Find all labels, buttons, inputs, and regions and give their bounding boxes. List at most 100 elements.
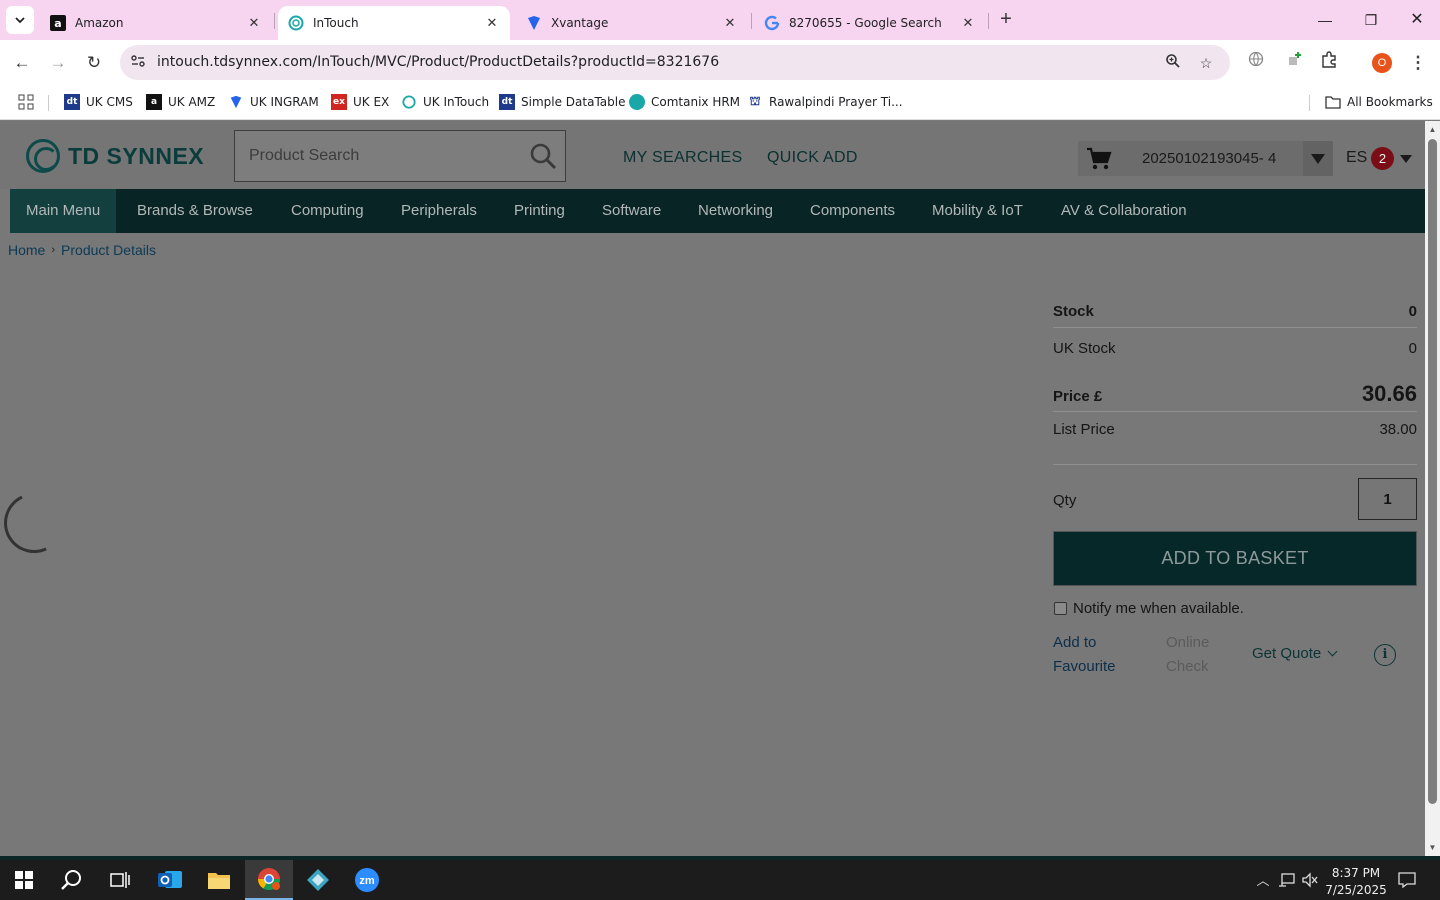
- price-label: Price £: [1053, 388, 1103, 405]
- online-check-link[interactable]: Online Check: [1166, 631, 1236, 679]
- task-view-button[interactable]: [96, 860, 144, 900]
- apps-grid-icon[interactable]: [18, 92, 34, 112]
- site-info-icon[interactable]: [128, 53, 148, 73]
- chevron-right-icon: ›: [51, 244, 56, 256]
- nav-components[interactable]: Components: [794, 189, 911, 233]
- add-to-favourite-link[interactable]: Add to Favourite: [1053, 631, 1143, 679]
- system-clock[interactable]: 8:37 PM 7/25/2025: [1318, 865, 1394, 899]
- tab-amazon[interactable]: a Amazon ✕: [40, 6, 272, 40]
- tab-title: Xvantage: [551, 16, 609, 30]
- main-navigation: Main Menu Brands & Browse Computing Peri…: [10, 189, 1425, 233]
- nav-printing[interactable]: Printing: [498, 189, 581, 233]
- translate-globe-icon[interactable]: [1244, 51, 1268, 75]
- taskbar-file-explorer[interactable]: [195, 860, 243, 900]
- bookmark-simple-datatable[interactable]: dt Simple DataTable: [499, 92, 625, 112]
- tab-xvantage[interactable]: Xvantage ✕: [516, 6, 748, 40]
- comtanix-icon: [629, 94, 645, 110]
- price-row: Price £ 30.66: [1053, 381, 1417, 407]
- list-price-label: List Price: [1053, 421, 1115, 438]
- bookmark-label: Rawalpindi Prayer Ti...: [769, 95, 903, 109]
- nav-av-collaboration[interactable]: AV & Collaboration: [1045, 189, 1203, 233]
- scroll-down-arrow-icon[interactable]: ▼: [1425, 843, 1440, 852]
- search-icon[interactable]: [529, 142, 557, 170]
- menu-kebab-icon[interactable]: ⋮: [1406, 51, 1430, 75]
- nav-main-menu[interactable]: Main Menu: [10, 189, 117, 233]
- my-searches-link[interactable]: MY SEARCHES: [623, 149, 742, 167]
- close-icon[interactable]: ✕: [960, 16, 976, 31]
- tab-google-search[interactable]: 8270655 - Google Search ✕: [754, 6, 986, 40]
- basket-selector[interactable]: 20250102193045- 4: [1078, 141, 1333, 176]
- taskbar-zoom[interactable]: zm: [343, 860, 391, 900]
- volume-muted-icon[interactable]: [1301, 872, 1319, 890]
- notify-checkbox[interactable]: [1054, 602, 1067, 615]
- product-search-input[interactable]: [235, 131, 525, 181]
- network-icon[interactable]: [1278, 872, 1296, 890]
- taskbar-search-button[interactable]: [48, 860, 96, 900]
- new-tab-plus-icon[interactable]: +: [994, 8, 1018, 32]
- info-icon[interactable]: i: [1374, 644, 1396, 666]
- nav-software[interactable]: Software: [586, 189, 677, 233]
- back-arrow-icon[interactable]: ←: [10, 51, 34, 75]
- taskbar-app-diamond[interactable]: [294, 860, 342, 900]
- forward-arrow-icon[interactable]: →: [46, 51, 70, 75]
- bookmark-uk-amz[interactable]: a UK AMZ: [146, 92, 215, 112]
- nav-brands-browse[interactable]: Brands & Browse: [121, 189, 269, 233]
- close-icon[interactable]: ✕: [484, 16, 500, 31]
- bookmark-uk-ex[interactable]: ex UK EX: [331, 92, 389, 112]
- bookmark-star-icon[interactable]: ☆: [1196, 53, 1216, 73]
- zoom-icon[interactable]: [1163, 53, 1183, 73]
- nav-peripherals[interactable]: Peripherals: [385, 189, 493, 233]
- bookmark-uk-intouch[interactable]: UK InTouch: [401, 92, 489, 112]
- quantity-input[interactable]: [1358, 478, 1417, 520]
- bookmark-separator: [48, 95, 49, 111]
- taskbar-chrome[interactable]: [245, 860, 293, 900]
- user-initials[interactable]: ES: [1346, 149, 1367, 167]
- nav-mobility-iot[interactable]: Mobility & IoT: [916, 189, 1039, 233]
- page-scrollbar[interactable]: ▲ ▼: [1425, 121, 1440, 856]
- shopping-cart-icon: [1087, 147, 1112, 170]
- nav-networking[interactable]: Networking: [682, 189, 789, 233]
- taskbar-outlook[interactable]: [146, 860, 194, 900]
- browser-toolbar: ← → ↻ intouch.tdsynnex.com/InTouch/MVC/P…: [0, 40, 1440, 86]
- scroll-up-arrow-icon[interactable]: ▲: [1425, 125, 1440, 134]
- breadcrumb-product-details[interactable]: Product Details: [61, 242, 156, 258]
- extension-plus-icon[interactable]: [1283, 51, 1307, 75]
- tab-separator: [988, 13, 989, 29]
- show-hidden-icons-chevron-up-icon[interactable]: ︿: [1254, 872, 1272, 890]
- tab-intouch[interactable]: InTouch ✕: [278, 6, 510, 40]
- window-close-icon[interactable]: ✕: [1405, 8, 1429, 32]
- divider: [1053, 327, 1417, 328]
- restore-icon[interactable]: ❐: [1359, 8, 1383, 32]
- bookmark-uk-cms[interactable]: dt UK CMS: [64, 92, 133, 112]
- nav-computing[interactable]: Computing: [275, 189, 380, 233]
- notification-badge[interactable]: 2: [1371, 147, 1394, 170]
- add-to-basket-button[interactable]: ADD TO BASKET: [1053, 531, 1417, 586]
- all-bookmarks-folder[interactable]: All Bookmarks: [1325, 92, 1433, 112]
- notifications-icon[interactable]: [1398, 872, 1416, 890]
- prayer-icon: ⛫: [749, 94, 761, 108]
- bookmark-rawalpindi-prayer[interactable]: ⛫ Rawalpindi Prayer Ti...: [747, 92, 903, 112]
- reload-icon[interactable]: ↻: [82, 51, 106, 75]
- bookmark-comtanix-hrm[interactable]: Comtanix HRM: [629, 92, 740, 112]
- close-icon[interactable]: ✕: [722, 16, 738, 31]
- address-bar[interactable]: intouch.tdsynnex.com/InTouch/MVC/Product…: [120, 45, 1230, 80]
- minimize-icon[interactable]: —: [1313, 8, 1337, 32]
- scrollbar-thumb[interactable]: [1428, 139, 1437, 804]
- uk-stock-row: UK Stock 0: [1053, 340, 1417, 357]
- clock-time: 8:37 PM: [1331, 866, 1381, 880]
- notify-when-available[interactable]: Notify me when available.: [1054, 600, 1244, 617]
- tab-search-button[interactable]: [6, 6, 34, 34]
- uk-stock-label: UK Stock: [1053, 340, 1116, 357]
- tab-title: InTouch: [313, 16, 359, 30]
- start-button[interactable]: [0, 860, 48, 900]
- profile-avatar[interactable]: O: [1372, 53, 1392, 73]
- close-icon[interactable]: ✕: [246, 16, 262, 31]
- breadcrumb-home[interactable]: Home: [8, 242, 45, 258]
- td-synnex-logo[interactable]: TD SYNNEX: [26, 139, 204, 173]
- caret-down-icon[interactable]: [1303, 141, 1333, 176]
- caret-down-icon[interactable]: [1400, 155, 1412, 163]
- extensions-puzzle-icon[interactable]: [1317, 51, 1341, 75]
- bookmark-uk-ingram[interactable]: UK INGRAM: [228, 92, 319, 112]
- get-quote-dropdown[interactable]: Get Quote: [1252, 645, 1338, 662]
- quick-add-link[interactable]: QUICK ADD: [767, 149, 858, 167]
